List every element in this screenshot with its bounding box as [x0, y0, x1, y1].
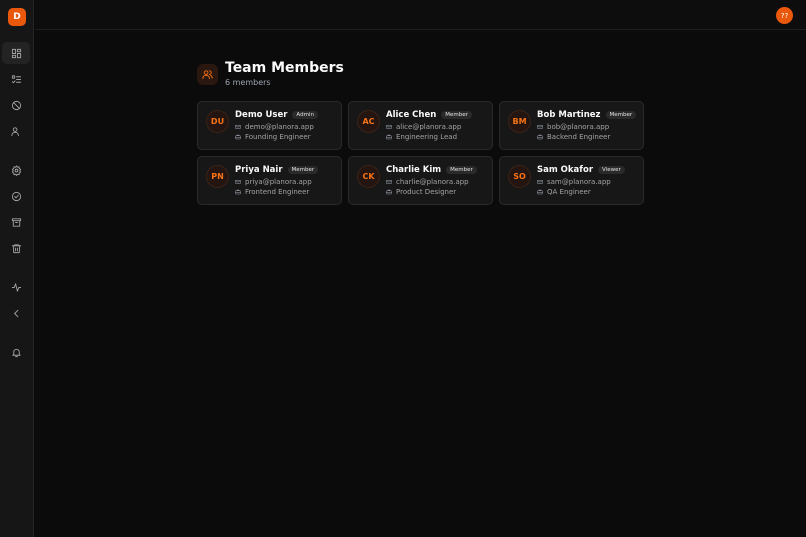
mail-icon [235, 180, 241, 184]
users-icon [202, 70, 213, 80]
member-email: bob@planora.app [547, 123, 610, 131]
member-role-badge: Viewer [598, 166, 625, 174]
nav-dashboard[interactable] [2, 42, 30, 64]
notifications-button[interactable] [2, 341, 30, 363]
check-circle-icon [11, 191, 21, 201]
trash-icon [11, 243, 21, 253]
briefcase-icon [537, 189, 543, 195]
member-name: Sam Okafor [537, 165, 594, 175]
users-icon [10, 126, 19, 136]
member-name: Priya Nair [235, 165, 283, 175]
member-avatar: PN [206, 165, 229, 188]
nav-archive[interactable] [2, 211, 30, 233]
member-title: Frontend Engineer [245, 188, 310, 196]
member-card[interactable]: AC Alice Chen Member alice@planora.app Engin… [348, 101, 493, 150]
collapse-sidebar-button[interactable] [2, 302, 30, 324]
page-title: Team Members [225, 60, 344, 76]
member-role-badge: Member [287, 166, 319, 174]
app-logo[interactable]: D [8, 8, 26, 26]
member-card[interactable]: PN Priya Nair Member priya@planora.app Front… [197, 156, 342, 205]
member-email: sam@planora.app [547, 178, 611, 186]
member-avatar: SO [508, 165, 531, 188]
member-name: Alice Chen [386, 110, 437, 120]
briefcase-icon [235, 189, 241, 195]
nav-team[interactable] [2, 120, 30, 142]
member-role-badge: Member [446, 166, 477, 174]
chevron-left-icon [13, 309, 18, 317]
nav-blocked[interactable] [2, 94, 30, 116]
member-title: Founding Engineer [245, 133, 311, 141]
briefcase-icon [235, 134, 241, 140]
member-role-badge: Member [605, 111, 637, 119]
member-card[interactable]: BM Bob Martinez Member bob@planora.app Backe… [499, 101, 644, 150]
member-avatar: DU [206, 110, 229, 133]
member-avatar: CK [357, 165, 380, 188]
mail-icon [386, 180, 392, 184]
member-title: Product Designer [396, 188, 457, 196]
briefcase-icon [386, 189, 392, 195]
member-role-badge: Admin [292, 111, 318, 119]
member-title: Backend Engineer [547, 133, 611, 141]
mail-icon [235, 125, 241, 129]
briefcase-icon [386, 134, 392, 140]
nav-completed[interactable] [2, 185, 30, 207]
nav-tasks[interactable] [2, 68, 30, 90]
mail-icon [386, 125, 392, 129]
mail-icon [537, 180, 543, 184]
nav-trash[interactable] [2, 237, 30, 259]
ban-icon [11, 100, 21, 110]
member-name: Charlie Kim [386, 165, 442, 175]
member-email: priya@planora.app [245, 178, 312, 186]
member-avatar: AC [357, 110, 380, 133]
member-title: Engineering Lead [396, 133, 458, 141]
member-email: alice@planora.app [396, 123, 462, 131]
member-card[interactable]: DU Demo User Admin demo@planora.app Founding… [197, 101, 342, 150]
archive-icon [11, 217, 21, 227]
sidebar: D [0, 0, 34, 537]
activity-icon [11, 282, 21, 292]
member-count: 6 members [225, 78, 271, 87]
member-title: QA Engineer [547, 188, 591, 196]
member-avatar: BM [508, 110, 531, 133]
member-card[interactable]: SO Sam Okafor Viewer sam@planora.app QA Engi… [499, 156, 644, 205]
nav-settings[interactable] [2, 159, 30, 181]
member-email: demo@planora.app [245, 123, 314, 131]
top-bar: ?? [35, 0, 806, 30]
member-email: charlie@planora.app [396, 178, 469, 186]
team-header-icon [197, 64, 218, 85]
user-avatar-button[interactable]: ?? [776, 7, 793, 24]
gear-icon [11, 164, 21, 176]
bell-icon [11, 348, 21, 357]
member-name: Demo User [235, 110, 288, 120]
member-card[interactable]: CK Charlie Kim Member charlie@planora.app Pr… [348, 156, 493, 205]
member-name: Bob Martinez [537, 110, 601, 120]
briefcase-icon [537, 134, 543, 140]
mail-icon [537, 125, 543, 129]
nav-activity[interactable] [2, 276, 30, 298]
list-checks-icon [11, 74, 21, 83]
dashboard-icon [11, 48, 21, 58]
member-role-badge: Member [441, 111, 472, 119]
